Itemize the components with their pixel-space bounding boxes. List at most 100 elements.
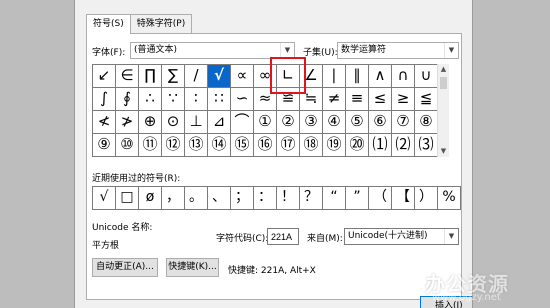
symbol-cell[interactable]: ↙ — [93, 65, 116, 88]
symbol-cell[interactable]: ⑵ — [392, 134, 415, 157]
recent-symbol-cell[interactable]: ） — [415, 187, 438, 210]
symbol-cell[interactable]: ≥ — [392, 88, 415, 111]
symbol-cell[interactable]: ③ — [300, 111, 323, 134]
symbol-cell[interactable]: ⑪ — [139, 134, 162, 157]
symbol-cell[interactable]: ≮ — [93, 111, 116, 134]
chevron-down-icon[interactable]: ▼ — [444, 229, 458, 244]
symbol-cell[interactable]: ⑦ — [392, 111, 415, 134]
tab-symbols[interactable]: 符号(S) — [86, 14, 131, 34]
selection-highlight-box — [270, 57, 306, 94]
symbol-cell[interactable]: ∝ — [231, 65, 254, 88]
autocorrect-button[interactable]: 自动更正(A)... — [92, 258, 158, 277]
recent-symbol-cell[interactable]: □ — [116, 187, 139, 210]
scroll-up-icon[interactable]: ▲ — [438, 64, 449, 75]
symbol-cell[interactable]: ∣ — [323, 65, 346, 88]
font-select-value: (普通文本) — [134, 45, 178, 55]
font-label: 字体(F): — [92, 48, 126, 58]
from-select[interactable]: Unicode(十六进制) ▼ — [344, 228, 459, 245]
symbol-cell[interactable]: ≦ — [415, 88, 438, 111]
tab-special-characters[interactable]: 特殊字符(P) — [129, 14, 193, 33]
recent-symbol-cell[interactable]: √ — [93, 187, 116, 210]
symbol-cell[interactable]: ⑱ — [300, 134, 323, 157]
symbol-cell[interactable]: ⊥ — [185, 111, 208, 134]
tab-bar: 符号(S) 特殊字符(P) — [86, 14, 193, 34]
symbol-cell[interactable]: ≠ — [323, 88, 346, 111]
symbol-cell[interactable]: ≤ — [369, 88, 392, 111]
symbol-cell[interactable]: ⑫ — [162, 134, 185, 157]
recent-symbol-cell[interactable]: ？ — [300, 187, 323, 210]
symbol-cell[interactable]: ≡ — [346, 88, 369, 111]
recent-symbol-cell[interactable]: “ — [323, 187, 346, 210]
symbol-cell[interactable]: ∪ — [415, 65, 438, 88]
recent-symbol-cell[interactable]: ： — [254, 187, 277, 210]
symbol-cell[interactable]: ⑳ — [346, 134, 369, 157]
subset-select[interactable]: 数学运算符 ▼ — [337, 42, 459, 59]
unicode-name-label: Unicode 名称: — [92, 223, 153, 233]
recent-symbol-cell[interactable]: （ — [369, 187, 392, 210]
symbol-cell[interactable]: ⑲ — [323, 134, 346, 157]
recent-symbol-cell[interactable]: 。 — [185, 187, 208, 210]
recent-symbol-cell[interactable]: 、 — [208, 187, 231, 210]
symbol-cell[interactable]: ⑥ — [369, 111, 392, 134]
subset-select-value: 数学运算符 — [341, 45, 387, 55]
symbol-cell[interactable]: ∷ — [208, 88, 231, 111]
recent-symbol-cell[interactable]: ， — [162, 187, 185, 210]
from-select-value: Unicode(十六进制) — [348, 231, 428, 241]
recent-symbol-cell[interactable]: ； — [231, 187, 254, 210]
symbol-cell[interactable]: ⊙ — [162, 111, 185, 134]
symbol-cell[interactable]: ∧ — [369, 65, 392, 88]
symbol-cell[interactable]: / — [185, 65, 208, 88]
symbol-cell[interactable]: ⑨ — [93, 134, 116, 157]
symbol-cell[interactable]: ① — [254, 111, 277, 134]
char-code-label: 字符代码(C): — [216, 234, 269, 244]
symbol-cell[interactable]: ⑰ — [277, 134, 300, 157]
recent-symbol-cell[interactable]: % — [438, 187, 461, 210]
subset-label: 子集(U): — [303, 48, 338, 58]
symbol-cell[interactable]: ⑶ — [415, 134, 438, 157]
recent-label: 近期使用过的符号(R): — [92, 174, 181, 184]
recent-symbol-cell[interactable]: ” — [346, 187, 369, 210]
shortcut-text: 快捷键: 221A, Alt+X — [228, 266, 316, 276]
symbol-cell[interactable]: ∶ — [185, 88, 208, 111]
symbol-cell[interactable]: ∈ — [116, 65, 139, 88]
unicode-name-value: 平方根 — [92, 241, 120, 251]
symbol-cell[interactable]: ② — [277, 111, 300, 134]
symbol-cell[interactable]: ⊕ — [139, 111, 162, 134]
symbol-cell[interactable]: ∮ — [116, 88, 139, 111]
symbol-cell[interactable]: ∫ — [93, 88, 116, 111]
symbol-cell[interactable]: ⊿ — [208, 111, 231, 134]
symbol-cell[interactable]: ∩ — [392, 65, 415, 88]
symbol-cell[interactable]: ⑯ — [254, 134, 277, 157]
recent-symbols: √ □ ø，。、；：！？ “” （【）% — [92, 186, 461, 210]
shortcut-key-button[interactable]: 快捷键(K)... — [166, 258, 219, 277]
scrollbar-thumb[interactable] — [440, 77, 447, 89]
symbol-cell[interactable]: ∑ — [162, 65, 185, 88]
symbol-grid-scrollbar[interactable]: ▲ ▼ — [437, 64, 449, 157]
symbol-dialog: 符号(S) 特殊字符(P) 字体(F): (普通文本) ▼ 子集(U): 数学运… — [74, 0, 473, 308]
scroll-down-icon[interactable]: ▼ — [438, 146, 449, 157]
recent-symbol-cell[interactable]: ！ — [277, 187, 300, 210]
symbol-cell[interactable]: ⑭ — [208, 134, 231, 157]
recent-symbol-cell[interactable]: 【 — [392, 187, 415, 210]
recent-symbol-cell[interactable]: ø — [139, 187, 162, 210]
symbol-cell[interactable]: ⑧ — [415, 111, 438, 134]
symbol-cell[interactable]: ⑩ — [116, 134, 139, 157]
symbol-cell[interactable]: ∥ — [346, 65, 369, 88]
symbol-cell[interactable]: ∽ — [231, 88, 254, 111]
symbol-cell[interactable]: ≯ — [116, 111, 139, 134]
symbol-cell-selected[interactable]: √ — [208, 65, 231, 88]
symbol-cell[interactable]: ⑤ — [346, 111, 369, 134]
symbol-cell[interactable]: ⑬ — [185, 134, 208, 157]
symbol-cell[interactable]: ④ — [323, 111, 346, 134]
symbol-cell[interactable]: ⑮ — [231, 134, 254, 157]
chevron-down-icon[interactable]: ▼ — [444, 43, 458, 58]
symbol-cell[interactable]: ⑴ — [369, 134, 392, 157]
symbol-cell[interactable]: ∵ — [162, 88, 185, 111]
watermark-url: www.bgzy.net — [432, 292, 501, 303]
char-code-input[interactable] — [267, 228, 299, 245]
symbol-cell[interactable]: ∏ — [139, 65, 162, 88]
symbol-cell[interactable]: ∴ — [139, 88, 162, 111]
symbol-cell[interactable]: ⌒ — [231, 111, 254, 134]
symbol-grid: ↙ ∈ ∏ ∑ / √ ∝ ∞ ∟ ∠ ∣ ∥ ∧ ∩ ∪ ∫ ∮ ∴ ∵ ∶ ∷ ∽ ≈ ≌ ≒ ≠ ≡ ≤ ≥ ≦ ≮ ≯ ⊕ ⊙ ⊥ ⊿ ⌒ ① ② ③… — [92, 64, 438, 157]
chevron-down-icon[interactable]: ▼ — [280, 43, 294, 58]
